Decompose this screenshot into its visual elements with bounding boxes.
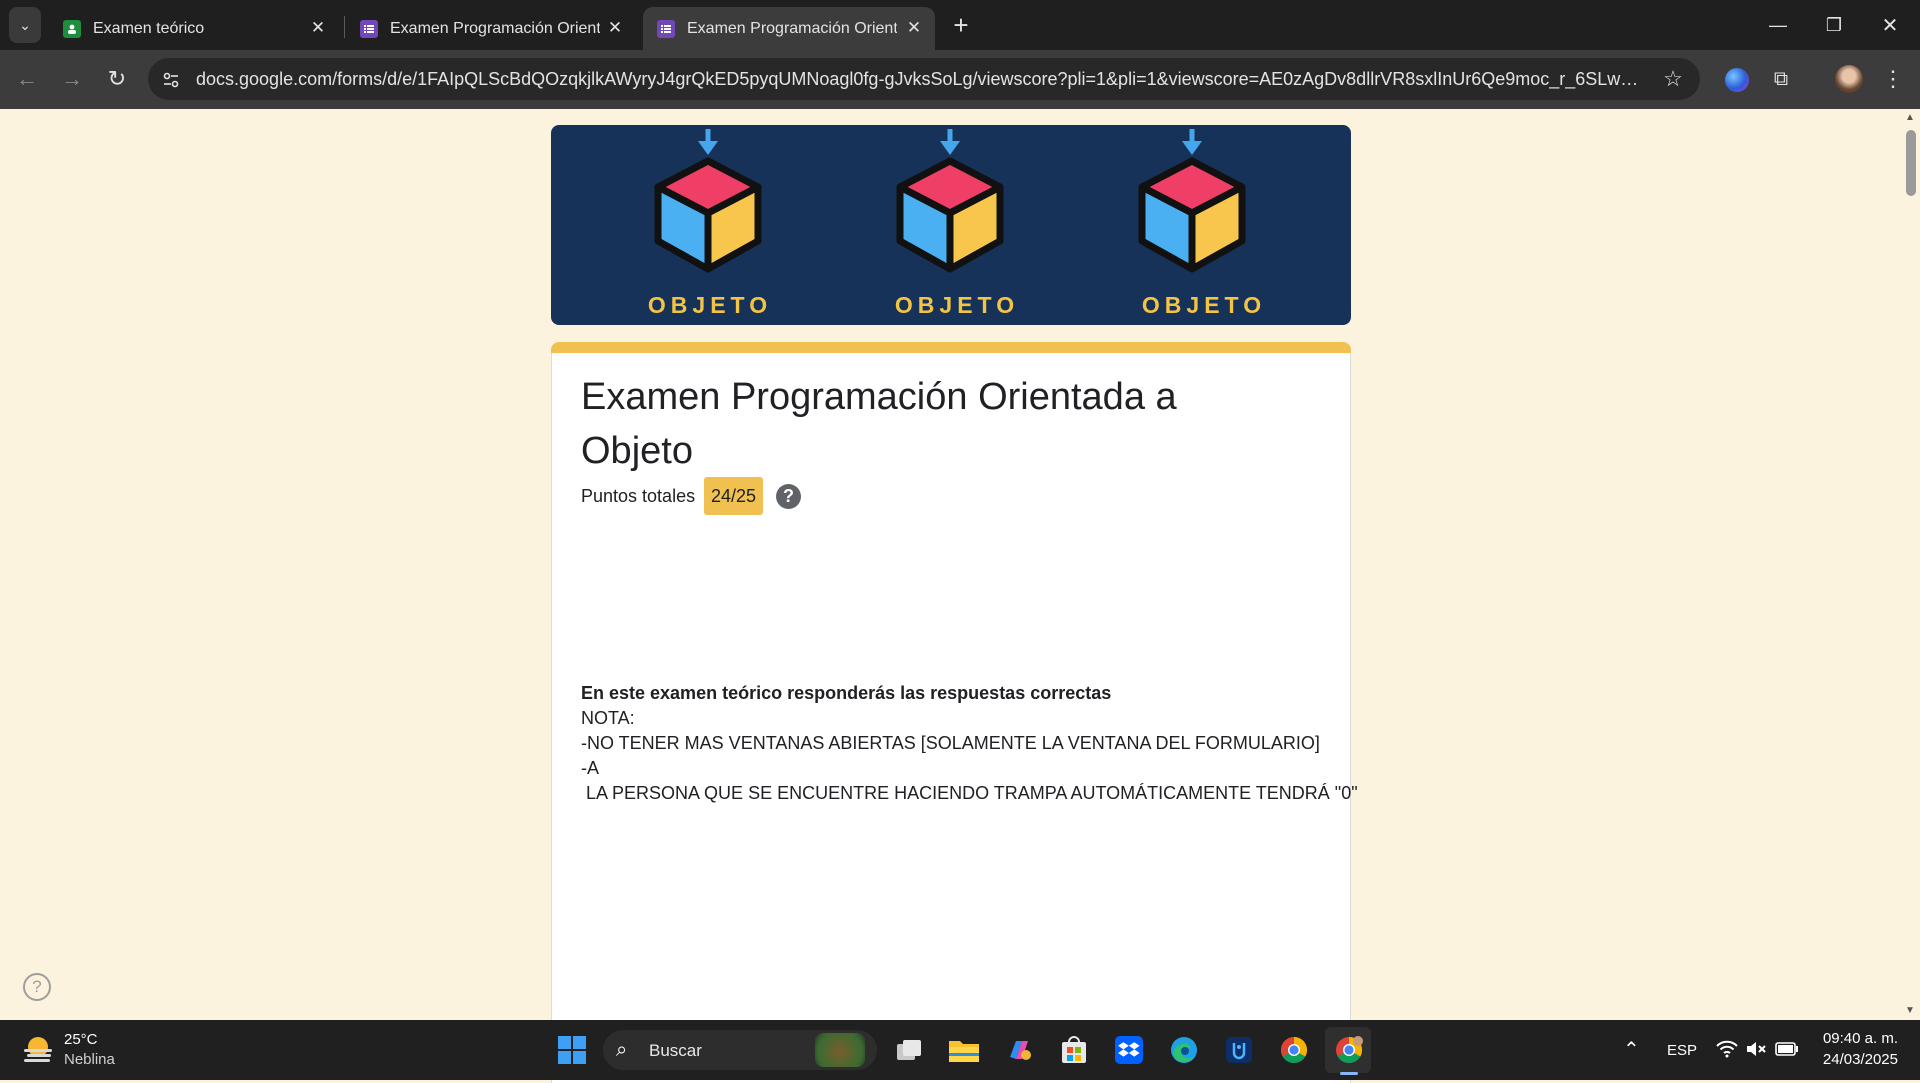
- form-description: En este examen teórico responderás las r…: [581, 681, 1358, 806]
- close-tab-icon[interactable]: ✕: [604, 17, 626, 39]
- app-shield-icon[interactable]: [1220, 1031, 1258, 1069]
- points-label: Puntos totales: [581, 486, 696, 506]
- bookmark-star-icon[interactable]: ☆: [1655, 61, 1691, 97]
- edge-browser-icon[interactable]: [1165, 1031, 1203, 1069]
- copilot-icon[interactable]: [1000, 1031, 1038, 1069]
- google-forms-icon: [360, 19, 378, 38]
- form-header-banner: OBJETO OBJETO OBJETO: [551, 125, 1351, 325]
- chrome-icon[interactable]: [1275, 1031, 1313, 1069]
- extensions-puzzle-icon[interactable]: ⧉: [1763, 61, 1799, 97]
- page-scrollbar[interactable]: [1902, 109, 1920, 1020]
- tab-examen-poo-active[interactable]: Examen Programación Orientada a Objeto ✕: [643, 7, 935, 50]
- tab-title: Examen Programación Orientada a Objeto: [687, 19, 897, 37]
- reload-icon[interactable]: ↻: [99, 61, 135, 97]
- clock-time[interactable]: 09:40 a. m.: [1808, 1030, 1898, 1047]
- show-hidden-icons-chevron-icon[interactable]: ⌃: [1623, 1037, 1640, 1062]
- restore-icon[interactable]: ❐: [1812, 8, 1856, 42]
- tab-divider: [344, 16, 345, 38]
- banner-label: OBJETO: [1141, 292, 1267, 318]
- url-text[interactable]: docs.google.com/forms/d/e/1FAIpQLScBdQOz…: [196, 69, 1646, 90]
- tab-title: Examen Programación Orientada a Objeto: [390, 19, 600, 37]
- google-classroom-icon: [63, 19, 81, 38]
- description-line: LA PERSONA QUE SE ENCUENTRE HACIENDO TRA…: [581, 783, 1358, 803]
- close-tab-icon[interactable]: ✕: [903, 17, 925, 39]
- dropbox-icon[interactable]: [1110, 1031, 1148, 1069]
- scroll-up-arrow-icon[interactable]: ▲: [1905, 112, 1915, 123]
- weather-description[interactable]: Neblina: [64, 1051, 115, 1068]
- search-placeholder: Buscar: [649, 1041, 702, 1060]
- tab-examen-poo-1[interactable]: Examen Programación Orientada a Objeto ✕: [346, 7, 636, 50]
- score-badge: 24/25: [704, 477, 763, 515]
- description-line: -A: [581, 758, 599, 778]
- page-help-icon[interactable]: ?: [23, 973, 51, 1001]
- battery-icon[interactable]: [1775, 1041, 1799, 1062]
- speaker-muted-icon[interactable]: [1745, 1040, 1767, 1063]
- extension-gemini-icon[interactable]: [1725, 68, 1749, 92]
- task-view-icon[interactable]: [890, 1031, 928, 1069]
- scroll-down-arrow-icon[interactable]: ▼: [1905, 1005, 1915, 1016]
- forward-arrow-icon[interactable]: →: [54, 61, 90, 97]
- back-arrow-icon[interactable]: ←: [9, 61, 45, 97]
- file-explorer-icon[interactable]: [945, 1031, 983, 1069]
- running-indicator: [1340, 1072, 1358, 1075]
- minimize-icon[interactable]: —: [1756, 8, 1800, 42]
- microsoft-store-icon[interactable]: [1055, 1031, 1093, 1069]
- chrome-profile-icon[interactable]: [1330, 1031, 1368, 1069]
- description-line: -NO TENER MAS VENTANAS ABIERTAS [SOLAMEN…: [581, 733, 1320, 753]
- close-tab-icon[interactable]: ✕: [307, 17, 329, 39]
- clock-date[interactable]: 24/03/2025: [1808, 1051, 1898, 1068]
- search-highlight-image: [815, 1033, 865, 1067]
- wifi-icon[interactable]: [1716, 1040, 1738, 1063]
- tab-examen-teorico[interactable]: Examen teórico ✕: [49, 7, 339, 50]
- new-tab-icon[interactable]: +: [943, 7, 979, 43]
- weather-temperature[interactable]: 25°C: [64, 1031, 98, 1048]
- banner-label: OBJETO: [894, 292, 1020, 318]
- banner-label: OBJETO: [647, 292, 773, 318]
- profile-avatar[interactable]: [1835, 65, 1863, 93]
- site-settings-icon[interactable]: [158, 67, 184, 93]
- windows-start-icon[interactable]: [553, 1031, 591, 1069]
- card-accent-bar: [551, 342, 1351, 353]
- help-icon[interactable]: ?: [776, 484, 801, 509]
- form-title: Examen Programación Orientada a Objeto: [581, 376, 1177, 472]
- description-heading: En este examen teórico responderás las r…: [581, 683, 1112, 703]
- browser-menu-icon[interactable]: ⋮: [1875, 61, 1911, 97]
- close-window-icon[interactable]: ✕: [1868, 8, 1912, 42]
- scrollbar-thumb[interactable]: [1906, 130, 1916, 196]
- search-icon: ⌕: [616, 1039, 628, 1061]
- google-forms-icon: [657, 19, 675, 38]
- tab-title: Examen teórico: [93, 19, 205, 37]
- weather-sun-icon[interactable]: [20, 1033, 56, 1065]
- tab-search-dropdown-icon[interactable]: ⌄: [9, 7, 41, 43]
- description-line: NOTA:: [581, 708, 635, 728]
- input-language[interactable]: ESP: [1667, 1042, 1697, 1059]
